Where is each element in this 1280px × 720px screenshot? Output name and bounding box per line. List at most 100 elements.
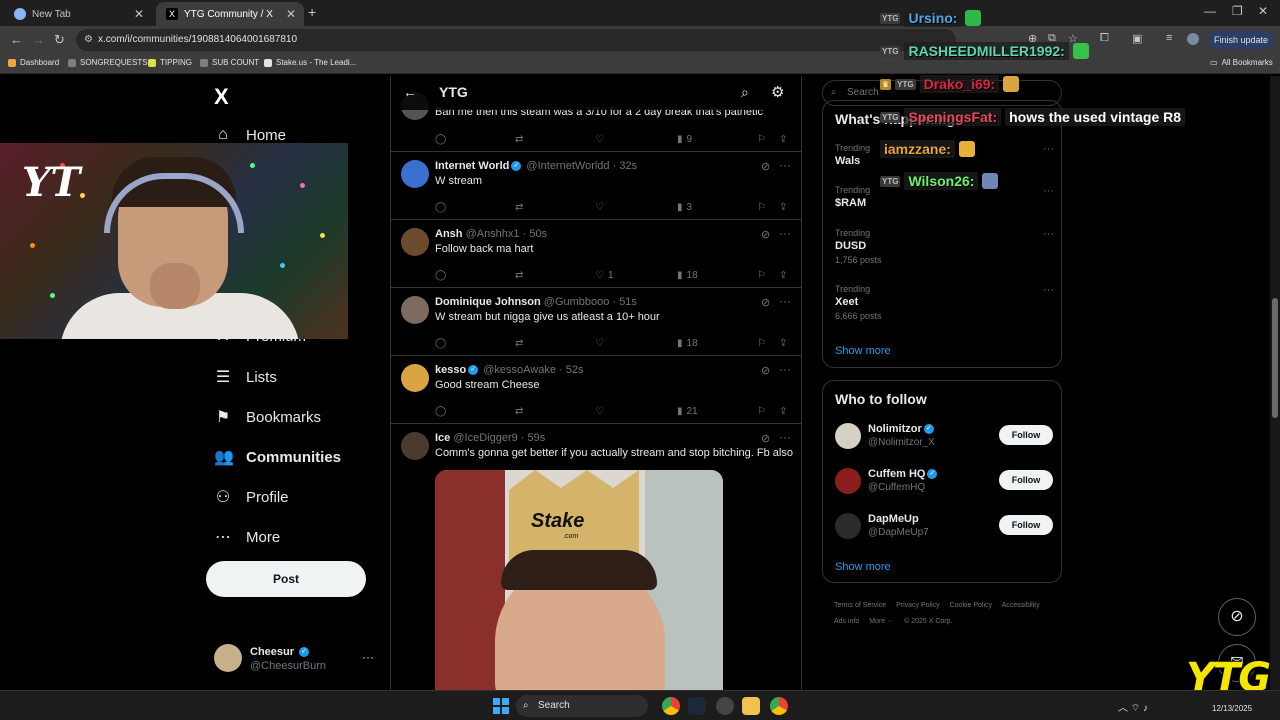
nav-home[interactable]: ⌂ Home <box>214 126 286 144</box>
nav-communities[interactable]: 👥 Communities <box>214 447 341 467</box>
author-handle[interactable]: @IceDigger9 <box>453 432 517 444</box>
site-info-icon[interactable]: ⚙ <box>84 29 93 51</box>
follow-button[interactable]: Follow <box>999 515 1053 535</box>
close-window-button[interactable]: ✕ <box>1258 4 1268 18</box>
bookmark-button[interactable]: ⚐ <box>757 134 766 145</box>
bookmark-button[interactable]: ⚐ <box>757 202 766 213</box>
like-button[interactable]: ♡ <box>595 406 604 417</box>
reload-icon[interactable]: ↻ <box>54 32 65 48</box>
grok-icon[interactable]: ⊘ <box>761 228 770 241</box>
avatar[interactable] <box>835 513 861 539</box>
grok-icon[interactable]: ⊘ <box>761 432 770 445</box>
avatar[interactable] <box>835 468 861 494</box>
tweet[interactable]: Dominique Johnson @Gumbbooo · 51s ⊘ ··· … <box>391 288 801 356</box>
more-icon[interactable]: ··· <box>779 294 791 308</box>
follow-suggestion[interactable]: Nolimitzor ✓ @Nolimitzor_X Follow <box>835 423 1055 453</box>
tweet[interactable]: Internet World ✓ @InternetWorldd · 32s ⊘ … <box>391 152 801 220</box>
wifi-icon[interactable]: ⌔ <box>1131 703 1140 714</box>
sidepanel-icon[interactable]: ▣ <box>1132 32 1142 45</box>
follow-button[interactable]: Follow <box>999 470 1053 490</box>
more-icon[interactable]: ··· <box>1043 185 1054 197</box>
retweet-button[interactable]: ⇄ <box>515 338 523 349</box>
views-button[interactable]: ▮ 21 <box>677 406 698 417</box>
obs-icon[interactable] <box>716 697 734 715</box>
grok-button[interactable]: ⊘ <box>1218 598 1256 636</box>
ads-info-link[interactable]: Ads info <box>834 618 859 625</box>
bookmark-button[interactable]: ⚐ <box>757 406 766 417</box>
nav-lists[interactable]: ☰ Lists <box>214 367 277 387</box>
gear-icon[interactable]: ⚙ <box>771 83 784 101</box>
avatar[interactable] <box>401 228 429 256</box>
reply-button[interactable]: ◯ <box>435 202 446 213</box>
media-icon[interactable]: ≡ <box>1166 32 1172 44</box>
views-button[interactable]: ▮ 9 <box>677 134 692 145</box>
chrome-icon[interactable] <box>770 697 788 715</box>
follow-button[interactable]: Follow <box>999 425 1053 445</box>
extensions-icon[interactable]: ⧠ <box>1100 32 1109 45</box>
taskbar-date[interactable]: 12/13/2025 <box>1212 704 1252 713</box>
nav-bookmarks[interactable]: ⚑ Bookmarks <box>214 407 321 427</box>
accessibility-link[interactable]: Accessibility <box>1002 602 1040 609</box>
reply-button[interactable]: ◯ <box>435 406 446 417</box>
bookmark-songrequests[interactable]: SONGREQUESTS <box>68 58 148 67</box>
follow-suggestion[interactable]: DapMeUp @DapMeUp7 Follow <box>835 513 1055 543</box>
chrome-icon[interactable] <box>662 697 680 715</box>
show-more-link[interactable]: Show more <box>835 345 891 357</box>
tweet[interactable]: kesso ✓ @kessoAwake · 52s ⊘ ··· Good stre… <box>391 356 801 424</box>
scrollbar[interactable] <box>1270 76 1280 690</box>
steam-icon[interactable] <box>688 697 706 715</box>
reply-button[interactable]: ◯ <box>435 270 446 281</box>
views-button[interactable]: ▮ 18 <box>677 338 698 349</box>
taskbar-search[interactable]: ⌕ Search <box>516 695 648 717</box>
more-icon[interactable]: ··· <box>1043 143 1054 155</box>
maximize-button[interactable]: ❐ <box>1232 4 1243 18</box>
more-icon[interactable]: ··· <box>1043 284 1054 296</box>
more-icon[interactable]: ··· <box>779 226 791 240</box>
avatar[interactable] <box>401 432 429 460</box>
tweet[interactable]: Ansh @Anshhx1 · 50s ⊘ ··· Follow back ma… <box>391 220 801 288</box>
retweet-button[interactable]: ⇄ <box>515 202 523 213</box>
close-icon[interactable]: ✕ <box>134 7 144 21</box>
volume-icon[interactable]: ♪ <box>1143 703 1148 714</box>
x-logo[interactable]: X <box>214 84 229 110</box>
privacy-link[interactable]: Privacy Policy <box>896 602 940 609</box>
profile-avatar[interactable] <box>1187 33 1199 45</box>
more-icon[interactable]: ··· <box>779 362 791 376</box>
views-button[interactable]: ▮ 3 <box>677 202 692 213</box>
bookmark-button[interactable]: ⚐ <box>757 270 766 281</box>
author-name[interactable]: Ice <box>435 432 450 444</box>
terms-link[interactable]: Terms of Service <box>834 602 886 609</box>
avatar[interactable] <box>401 160 429 188</box>
back-arrow-icon[interactable]: ← <box>403 84 417 100</box>
windows-start-icon[interactable] <box>493 698 509 714</box>
share-button[interactable]: ⇪ <box>779 406 787 417</box>
retweet-button[interactable]: ⇄ <box>515 134 523 145</box>
author-handle[interactable]: @InternetWorldd <box>526 160 609 172</box>
more-icon[interactable]: ··· <box>1043 228 1054 240</box>
account-switcher[interactable]: Cheesur ✓ @CheesurBurn ··· <box>214 644 378 674</box>
like-button[interactable]: ♡ 1 <box>595 270 614 281</box>
trend-item[interactable]: Trending DUSD 1,756 posts ··· <box>835 228 1055 265</box>
new-tab-button[interactable]: + <box>308 4 316 20</box>
avatar[interactable] <box>835 423 861 449</box>
system-tray[interactable]: ︿ ⌔ ♪ <box>1118 699 1148 715</box>
all-bookmarks[interactable]: ▭ All Bookmarks <box>1210 58 1273 67</box>
share-button[interactable]: ⇪ <box>779 202 787 213</box>
more-icon[interactable]: ··· <box>362 650 374 664</box>
tab-new-tab[interactable]: New Tab ✕ <box>4 2 152 26</box>
tweet[interactable]: Ice @IceDigger9 · 59s ⊘ ··· Comm's gonna… <box>391 424 801 690</box>
cookie-link[interactable]: Cookie Policy <box>950 602 992 609</box>
close-icon[interactable]: ✕ <box>286 7 296 21</box>
grok-icon[interactable]: ⊘ <box>761 364 770 377</box>
share-button[interactable]: ⇪ <box>779 134 787 145</box>
bookmark-tipping[interactable]: TIPPING <box>148 58 192 67</box>
chevron-up-icon[interactable]: ︿ <box>1118 703 1128 714</box>
author-name[interactable]: Ansh <box>435 228 463 240</box>
author-name[interactable]: Dominique Johnson <box>435 296 541 308</box>
back-icon[interactable]: ← <box>10 32 23 47</box>
views-button[interactable]: ▮ 18 <box>677 270 698 281</box>
like-button[interactable]: ♡ <box>595 202 604 213</box>
grok-icon[interactable]: ⊘ <box>761 160 770 173</box>
retweet-button[interactable]: ⇄ <box>515 270 523 281</box>
minimize-button[interactable]: — <box>1204 4 1216 18</box>
